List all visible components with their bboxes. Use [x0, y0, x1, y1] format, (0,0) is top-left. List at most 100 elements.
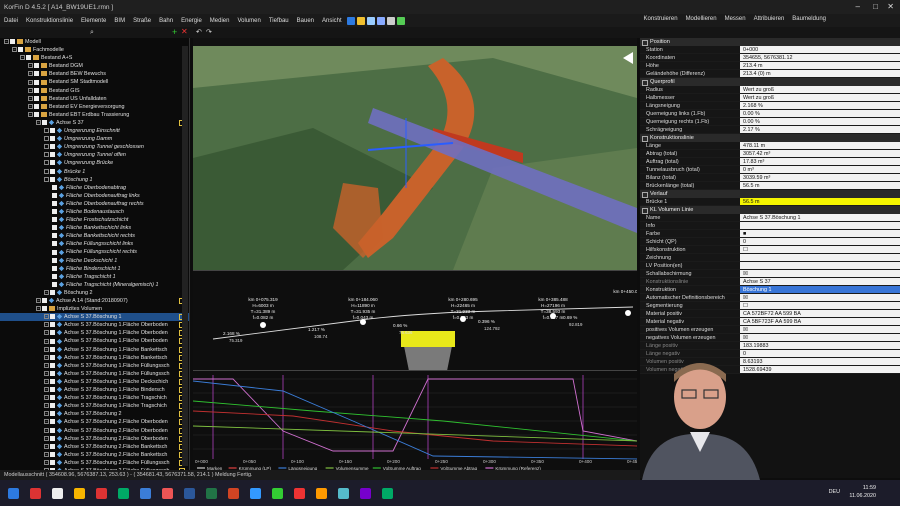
tree-item[interactable]: − Implizites Volumen [0, 305, 189, 313]
visibility-checkbox[interactable] [50, 459, 55, 465]
visibility-checkbox[interactable] [34, 111, 39, 117]
property-row[interactable]: Info [640, 222, 900, 230]
expand-toggle-icon[interactable]: − [28, 87, 33, 93]
expand-toggle-icon[interactable]: − [20, 55, 25, 61]
property-row[interactable]: Tunnelausbruch (total) 0 m³ [640, 166, 900, 174]
visibility-checkbox[interactable] [50, 338, 55, 344]
tree-item[interactable]: − Achse S 37.Böschung 1.Fläche Tragschich [0, 394, 189, 402]
tree-item[interactable]: − Achse A 14 (Stand:20180907) [0, 297, 189, 305]
taskbar-app-icon[interactable] [140, 487, 151, 499]
property-value[interactable]: ☒ [740, 294, 900, 301]
taskbar-app-icon[interactable] [162, 487, 173, 499]
menu-0[interactable]: Datei [0, 18, 22, 24]
expand-toggle-icon[interactable] [44, 136, 49, 142]
menu-11[interactable]: Ansicht [318, 18, 346, 24]
visibility-checkbox[interactable] [50, 451, 55, 457]
property-value[interactable]: ☐ [740, 302, 900, 309]
toolbar-tool-icon[interactable] [376, 16, 385, 25]
visibility-checkbox[interactable] [50, 395, 55, 401]
taskbar-app-icon[interactable] [8, 487, 19, 499]
tree-item[interactable]: − Bestand EV Energieversorgung [0, 103, 189, 111]
toolbar-tool-icon[interactable] [386, 16, 395, 25]
taskbar-app-icon[interactable] [30, 487, 41, 499]
visibility-checkbox[interactable] [52, 184, 57, 190]
visibility-checkbox[interactable] [34, 79, 39, 85]
expand-toggle-icon[interactable]: − [44, 451, 49, 457]
property-value[interactable]: 213.4 (0) m [740, 70, 900, 77]
property-row[interactable]: LV Position(en) [640, 262, 900, 270]
visibility-checkbox[interactable] [50, 427, 55, 433]
expand-toggle-icon[interactable]: − [44, 403, 49, 409]
visibility-checkbox[interactable] [26, 55, 31, 61]
expand-toggle-icon[interactable] [44, 128, 49, 134]
right-menu-4[interactable]: Baumeldung [788, 16, 830, 22]
property-row[interactable]: negatives Volumen erzeugen ☒ [640, 334, 900, 342]
property-row[interactable]: Name Achse S 37.Böschung 1 [640, 214, 900, 222]
property-value[interactable]: CA 5BF723F AA 599 BA [740, 318, 900, 325]
tree-item[interactable]: Umgrenzung Tunnel offen [0, 151, 189, 159]
tree-item[interactable]: − Achse S 37.Böschung 1.Fläche Deckschich [0, 378, 189, 386]
expand-toggle-icon[interactable]: − [28, 95, 33, 101]
tree-item[interactable]: − Achse S 37 [0, 119, 189, 127]
visibility-checkbox[interactable] [50, 443, 55, 449]
section-header[interactable]: Position [640, 38, 900, 46]
property-row[interactable]: Schallabschirmung ☒ [640, 270, 900, 278]
property-value[interactable]: 3057.42 m³ [740, 150, 900, 157]
property-value[interactable]: 478.11 m [740, 142, 900, 149]
tree-item[interactable]: − Achse S 37.Böschung 1.Fläche Oberboden [0, 321, 189, 329]
property-value[interactable]: 56.5 m [740, 182, 900, 189]
property-value[interactable]: 3039.59 m³ [740, 174, 900, 181]
property-value[interactable]: 56.5 m [740, 198, 900, 205]
tree-scrollbar[interactable] [182, 46, 188, 466]
property-value[interactable]: 0.00 % [740, 110, 900, 117]
property-value[interactable]: CA 572BF72 AA 599 BA [740, 310, 900, 317]
expand-toggle-icon[interactable]: − [36, 298, 41, 304]
longitudinal-profile[interactable]: km 0+075.319 H=6003 m T=31.389 m f=0.082 m k… [193, 270, 643, 371]
visibility-checkbox[interactable] [52, 257, 57, 263]
property-row[interactable]: Halbmesser Wert zu groß [640, 94, 900, 102]
expand-toggle-icon[interactable]: − [44, 387, 49, 393]
property-row[interactable]: Höhe 213.4 m [640, 62, 900, 70]
property-value[interactable]: 0 m³ [740, 166, 900, 173]
tree-item[interactable]: − Achse S 37.Böschung 2.Fläche Oberboden [0, 418, 189, 426]
right-menu-3[interactable]: Attribuieren [750, 16, 789, 22]
property-value[interactable]: ■ [740, 230, 900, 237]
tree-item[interactable]: − Achse S 37.Böschung 1.Fläche Bindersch [0, 386, 189, 394]
property-row[interactable]: Farbe ■ [640, 230, 900, 238]
visibility-checkbox[interactable] [52, 217, 57, 223]
visibility-checkbox[interactable] [50, 362, 55, 368]
property-value[interactable]: Wert zu groß [740, 94, 900, 101]
visibility-checkbox[interactable] [50, 379, 55, 385]
property-row[interactable]: Automatischer Definitionsbereich ☒ [640, 294, 900, 302]
menu-1[interactable]: Konstruktionslinie [22, 18, 77, 24]
expand-toggle-icon[interactable]: − [28, 63, 33, 69]
property-row[interactable]: Bilanz (total) 3039.59 m³ [640, 174, 900, 182]
tree-item[interactable]: Fläche Frostschutzschicht [0, 216, 189, 224]
property-row[interactable]: Segmentierung ☐ [640, 302, 900, 310]
taskbar-app-icon[interactable] [206, 487, 217, 499]
tree-item[interactable]: − Achse S 37.Böschung 1.Fläche Tragschich [0, 402, 189, 410]
property-value[interactable]: 0.00 % [740, 118, 900, 125]
expand-toggle-icon[interactable]: − [44, 346, 49, 352]
property-value[interactable]: Achse S 37 [740, 278, 900, 285]
tree-item[interactable]: − Achse S 37.Böschung 1.Fläche Oberboden [0, 337, 189, 345]
expand-toggle-icon[interactable]: − [28, 71, 33, 77]
tree-item[interactable]: Fläche Bankettschicht rechts [0, 232, 189, 240]
close-icon[interactable]: ✕ [887, 2, 894, 11]
expand-toggle-icon[interactable]: − [44, 419, 49, 425]
visibility-checkbox[interactable] [50, 152, 55, 158]
tree-item[interactable]: − Bestand A+S [0, 54, 189, 62]
expand-toggle-icon[interactable]: − [44, 362, 49, 368]
visibility-checkbox[interactable] [52, 209, 57, 215]
visibility-checkbox[interactable] [34, 71, 39, 77]
property-row[interactable]: Konstruktionslinie Achse S 37 [640, 278, 900, 286]
property-value[interactable] [740, 262, 900, 269]
expand-toggle-icon[interactable] [44, 152, 49, 158]
expand-toggle-icon[interactable]: − [12, 47, 17, 53]
tree-item[interactable]: Fläche Deckschicht 1 [0, 257, 189, 265]
expand-toggle-icon[interactable]: − [44, 427, 49, 433]
property-value[interactable]: 1528.69439 [740, 366, 900, 373]
visibility-checkbox[interactable] [50, 322, 55, 328]
property-row[interactable]: positives Volumen erzeugen ☒ [640, 326, 900, 334]
expand-toggle-icon[interactable]: − [44, 459, 49, 465]
